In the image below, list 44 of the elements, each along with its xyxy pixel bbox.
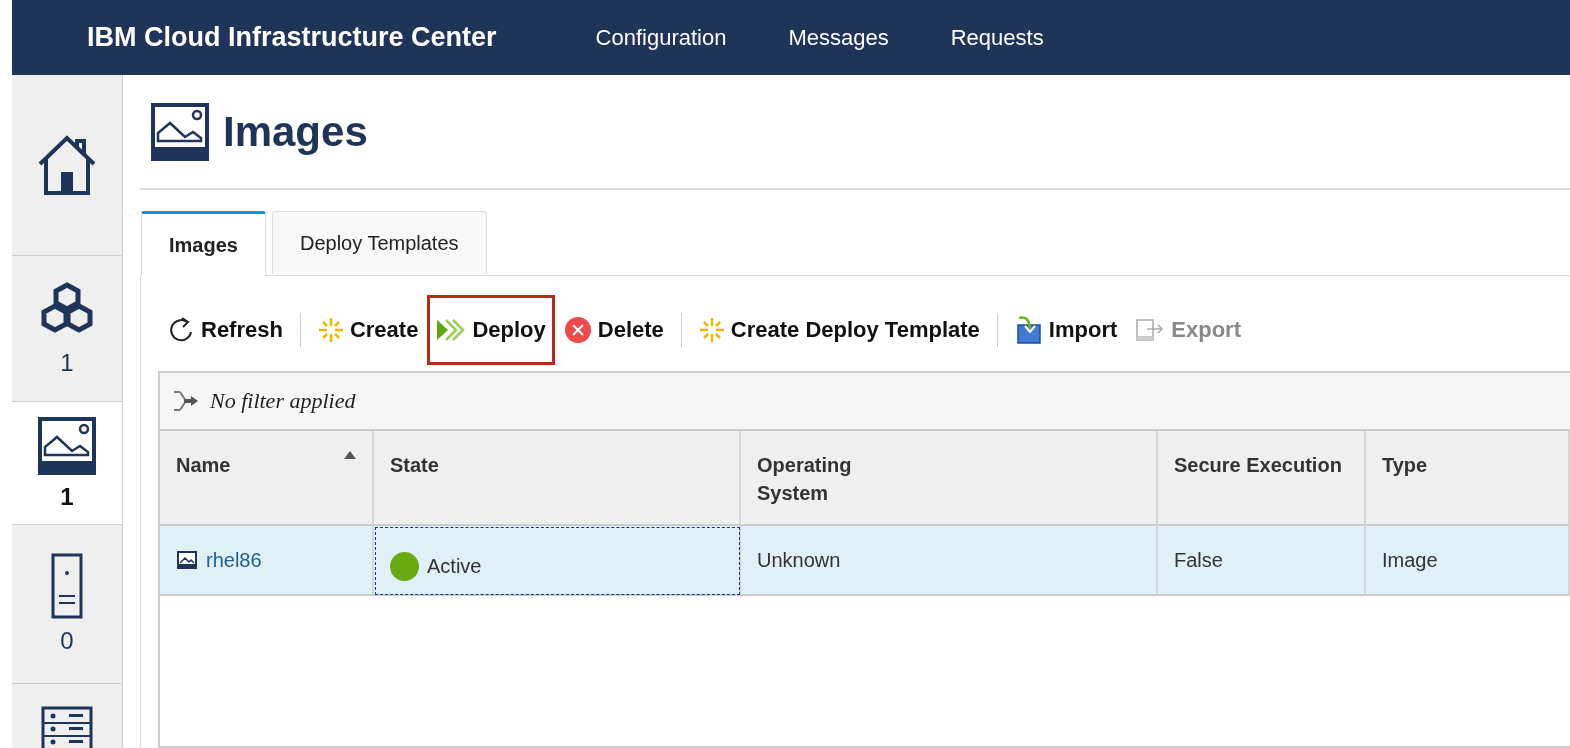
filter-status: No filter applied	[210, 388, 356, 414]
image-file-icon	[176, 550, 198, 570]
refresh-icon	[167, 315, 195, 344]
table-cell: Image	[1366, 526, 1570, 596]
image-name-link[interactable]: rhel86	[206, 548, 262, 572]
tab[interactable]: Deploy Templates	[271, 211, 487, 274]
column-header[interactable]: Secure Execution	[1158, 431, 1366, 526]
table-cell: False	[1158, 526, 1366, 596]
triple-arrow-icon	[436, 318, 467, 341]
table-cell: Active	[427, 554, 482, 578]
sparkle-icon	[317, 316, 344, 343]
sidebar-item[interactable]: 1	[12, 402, 122, 525]
column-header[interactable]: State	[374, 431, 741, 526]
toolbar-button[interactable]: Deploy	[427, 294, 555, 365]
sort-ascending-icon	[344, 451, 356, 459]
nav-link[interactable]: Configuration	[595, 24, 727, 51]
toolbar-button[interactable]: Import	[1005, 294, 1127, 365]
table-cell: Unknown	[741, 526, 1158, 596]
column-header[interactable]: Name	[160, 431, 374, 526]
sparkle-icon	[698, 316, 725, 343]
toolbar-button[interactable]: Refresh	[158, 294, 292, 365]
image-icon	[149, 100, 211, 163]
page-title: Images	[223, 107, 368, 156]
sidebar-item[interactable]: 0	[12, 525, 122, 684]
toolbar-button[interactable]: Create Deploy Template	[689, 294, 989, 365]
home-icon	[36, 134, 98, 196]
column-header[interactable]: Type	[1366, 431, 1570, 526]
nav-link[interactable]: Requests	[950, 24, 1044, 51]
item-count: 1	[60, 348, 74, 377]
delete-icon	[563, 315, 592, 344]
item-count: 1	[60, 483, 74, 511]
filter-arrows-icon	[172, 388, 200, 414]
import-icon	[1014, 314, 1043, 345]
tab[interactable]: Images	[141, 211, 266, 276]
image-icon	[36, 415, 98, 477]
sidebar-item[interactable]: 1	[12, 256, 122, 402]
server-rack-icon	[41, 706, 93, 748]
toolbar-button[interactable]: Delete	[554, 294, 673, 365]
item-count: 0	[60, 627, 74, 655]
column-header[interactable]: Operating System	[741, 431, 1158, 526]
nav-link[interactable]: Messages	[788, 24, 889, 51]
toolbar-button[interactable]: Create	[308, 294, 428, 365]
server-tower-icon	[50, 553, 84, 621]
app-title: IBM Cloud Infrastructure Center	[87, 22, 497, 53]
